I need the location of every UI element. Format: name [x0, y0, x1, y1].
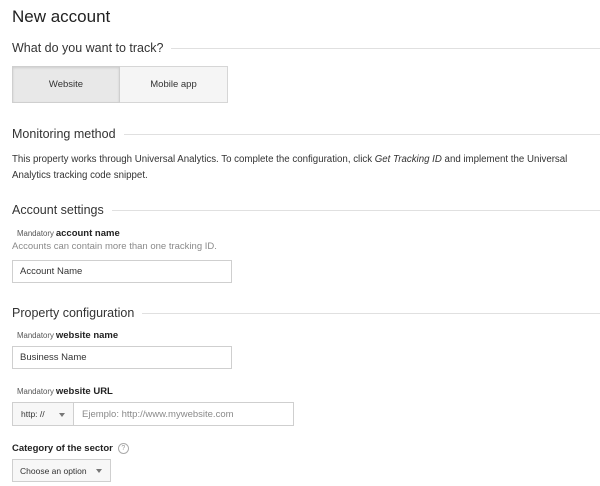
chevron-down-icon [96, 469, 102, 473]
divider [111, 209, 600, 211]
monitoring-heading-text: Monitoring method [12, 127, 116, 141]
monitoring-description: This property works through Universal An… [12, 152, 592, 184]
page-title: New account [12, 7, 111, 26]
monitoring-text-start: This property works through Universal An… [12, 154, 375, 165]
mandatory-marker: Mandatory [17, 229, 54, 238]
website-url-group: http: // Ejemplo: http://www.mywebsite.c… [12, 402, 294, 426]
property-section-heading: Property configuration [12, 306, 600, 320]
protocol-select[interactable]: http: // [12, 402, 74, 426]
website-url-input[interactable]: Ejemplo: http://www.mywebsite.com [74, 402, 294, 426]
divider [142, 312, 600, 314]
account-name-label: Mandatory account name [17, 228, 120, 239]
track-type-tabs: Website Mobile app [12, 66, 228, 103]
tab-mobile-app[interactable]: Mobile app [120, 66, 228, 103]
mandatory-marker: Mandatory [17, 331, 54, 340]
account-section-heading: Account settings [12, 203, 600, 217]
help-icon[interactable]: ? [117, 443, 129, 454]
tab-website[interactable]: Website [12, 66, 120, 103]
get-tracking-id-emphasis: Get Tracking ID [374, 154, 442, 165]
account-name-input[interactable]: Account Name [12, 260, 232, 283]
category-label: Category of the sector ? [12, 443, 129, 454]
mandatory-marker: Mandatory [17, 387, 54, 396]
category-label-text: Category of the sector [12, 443, 113, 454]
divider [171, 47, 600, 49]
website-name-label: Mandatory website name [17, 330, 118, 341]
website-name-input[interactable]: Business Name [12, 346, 232, 369]
website-url-label: Mandatory website URL [17, 386, 113, 397]
website-name-label-text: website name [55, 330, 119, 341]
track-section-heading: What do you want to track? [12, 41, 600, 55]
website-url-label-text: website URL [55, 386, 113, 397]
track-heading-text: What do you want to track? [12, 41, 164, 55]
category-selected-value: Choose an option [20, 465, 87, 476]
monitoring-section-heading: Monitoring method [12, 127, 600, 141]
protocol-value: http: // [21, 409, 45, 419]
divider [123, 133, 600, 135]
property-heading-text: Property configuration [12, 306, 135, 320]
account-name-label-text: account name [55, 228, 120, 239]
account-heading-text: Account settings [12, 203, 104, 217]
category-select[interactable]: Choose an option [12, 459, 111, 482]
chevron-down-icon [59, 413, 65, 417]
account-name-hint: Accounts can contain more than one track… [12, 241, 217, 252]
